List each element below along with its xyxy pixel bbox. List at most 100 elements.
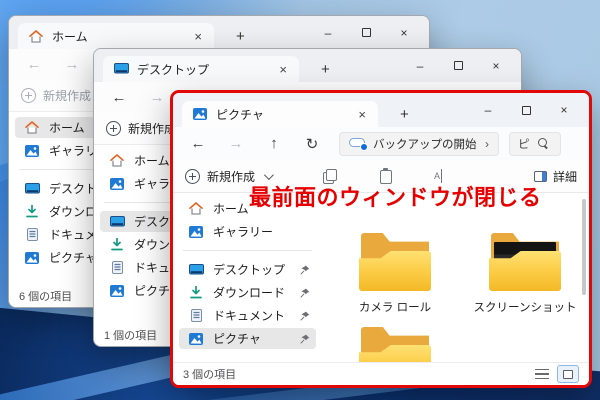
close-button[interactable]: × <box>545 98 583 122</box>
tab-close-button[interactable]: × <box>275 62 291 77</box>
tab-desktop[interactable]: デスクトップ × <box>103 56 299 82</box>
desktop: ホーム × + – × ← → 新規作成 ホーム ギャラリー デスクトップ ダウ… <box>0 0 600 400</box>
folder-screenshots[interactable]: スクリーンショット <box>469 233 581 315</box>
navigation-bar: ← → ↑ ↻ バックアップの開始 › ピ <box>173 127 589 160</box>
search-icon <box>537 138 549 149</box>
pictures-icon <box>192 107 208 121</box>
item-count: 3 個の項目 <box>183 369 237 381</box>
tab-home[interactable]: ホーム × <box>18 23 214 49</box>
status-bar: 3 個の項目 <box>173 362 589 385</box>
tab-bar: ホーム × + – × <box>9 16 429 49</box>
explorer-window-pictures: ピクチャ × + – × ← → ↑ ↻ バックアップの開始 › ピ 新規作成 … <box>170 90 592 388</box>
pictures-icon <box>188 332 204 346</box>
sidebar-item-pictures[interactable]: ピクチャ <box>179 328 316 349</box>
new-item-label: 新規作成 <box>43 89 92 103</box>
file-list-area: カメラ ロール スクリーンショット <box>321 193 589 362</box>
sidebar-item-label: ダウンロード <box>213 286 286 300</box>
close-button[interactable]: × <box>477 54 515 78</box>
plus-circle-icon <box>185 168 200 184</box>
close-button[interactable]: × <box>385 21 423 45</box>
thumbnail-view-button[interactable] <box>557 365 579 383</box>
back-button[interactable]: ← <box>15 56 53 73</box>
maximize-button[interactable] <box>347 21 385 45</box>
tab-title: ホーム <box>52 29 88 44</box>
vertical-scrollbar[interactable] <box>582 199 586 295</box>
new-tab-button[interactable]: + <box>315 61 336 78</box>
sidebar-item-gallery[interactable]: ギャラリー <box>179 221 316 242</box>
new-item-button[interactable]: 新規作成 <box>106 120 176 137</box>
tab-close-button[interactable]: × <box>354 107 370 122</box>
minimize-button[interactable]: – <box>309 21 347 45</box>
sidebar-item-downloads[interactable]: ダウンロード <box>179 282 316 303</box>
minimize-button[interactable]: – <box>401 54 439 78</box>
sidebar-item-label: ピクチャ <box>213 332 261 346</box>
folder-name: スクリーンショット <box>473 302 577 314</box>
backup-prompt: バックアップの開始 <box>373 138 477 151</box>
download-icon <box>24 205 40 219</box>
search-box[interactable]: ピ <box>509 131 561 156</box>
maximize-icon <box>453 61 463 70</box>
minimize-button[interactable]: – <box>469 98 507 122</box>
sidebar-item-label: ホーム <box>49 121 85 135</box>
gallery-icon <box>24 144 40 158</box>
maximize-button[interactable] <box>439 54 477 78</box>
details-label: 詳細 <box>552 169 577 184</box>
desktop-icon <box>113 62 129 76</box>
tab-pictures[interactable]: ピクチャ × <box>182 101 378 127</box>
search-text: ピ <box>518 138 530 151</box>
download-icon <box>109 238 125 252</box>
desktop-icon <box>188 263 204 277</box>
tab-bar: デスクトップ × + – × <box>94 49 521 82</box>
sidebar-item-label: ギャラリー <box>213 225 274 239</box>
list-view-button[interactable] <box>535 369 549 379</box>
tab-title: ピクチャ <box>216 107 264 122</box>
new-item-label: 新規作成 <box>128 122 177 136</box>
maximize-button[interactable] <box>507 98 545 122</box>
address-bar[interactable]: バックアップの開始 › <box>339 131 499 156</box>
download-icon <box>188 286 204 300</box>
window-controls: – × <box>469 98 589 122</box>
home-icon <box>109 154 125 168</box>
sidebar-item-desktop[interactable]: デスクトップ <box>179 259 316 280</box>
desktop-icon <box>109 215 125 229</box>
sidebar-item-documents[interactable]: ドキュメント <box>179 305 316 326</box>
chevron-down-icon <box>263 169 274 180</box>
home-icon <box>188 202 204 216</box>
folder-partial[interactable] <box>339 327 451 362</box>
gallery-icon <box>109 177 125 191</box>
sidebar: ホーム ギャラリー デスクトップ ダウンロード ドキュメント ピクチャ <box>173 193 321 362</box>
folder-camera-roll[interactable]: カメラ ロール <box>339 233 451 315</box>
gallery-icon <box>188 225 204 239</box>
desktop-icon <box>24 182 40 196</box>
sidebar-item-label: ホーム <box>134 154 170 168</box>
pin-icon <box>300 311 310 321</box>
folder-icon <box>359 233 431 291</box>
pin-icon <box>300 265 310 275</box>
sidebar-item-label: デスクトップ <box>213 263 286 277</box>
tab-bar: ピクチャ × + – × <box>173 93 589 127</box>
plus-circle-icon <box>106 121 121 136</box>
folder-icon <box>359 327 431 362</box>
new-tab-button[interactable]: + <box>230 28 251 45</box>
window-controls: – × <box>401 54 521 78</box>
forward-button[interactable]: → <box>217 135 255 152</box>
document-icon <box>24 228 40 242</box>
pin-icon <box>300 334 310 344</box>
document-icon <box>188 309 204 323</box>
new-item-button[interactable]: 新規作成 <box>21 87 91 104</box>
folder-icon-with-thumbnail <box>489 233 561 291</box>
item-count: 1 個の項目 <box>104 329 158 342</box>
new-item-label: 新規作成 <box>207 169 256 184</box>
back-button[interactable]: ← <box>179 135 217 152</box>
new-tab-button[interactable]: + <box>394 106 415 123</box>
tab-close-button[interactable]: × <box>190 29 206 44</box>
pin-icon <box>300 288 310 298</box>
sidebar-item-label: ホーム <box>213 202 249 216</box>
refresh-button[interactable]: ↻ <box>293 135 331 153</box>
plus-circle-icon <box>21 88 36 103</box>
back-button[interactable]: ← <box>100 89 138 106</box>
maximize-icon <box>521 105 531 115</box>
forward-button[interactable]: → <box>53 56 91 73</box>
chevron-right-icon[interactable]: › <box>485 137 489 151</box>
up-button[interactable]: ↑ <box>255 135 293 152</box>
